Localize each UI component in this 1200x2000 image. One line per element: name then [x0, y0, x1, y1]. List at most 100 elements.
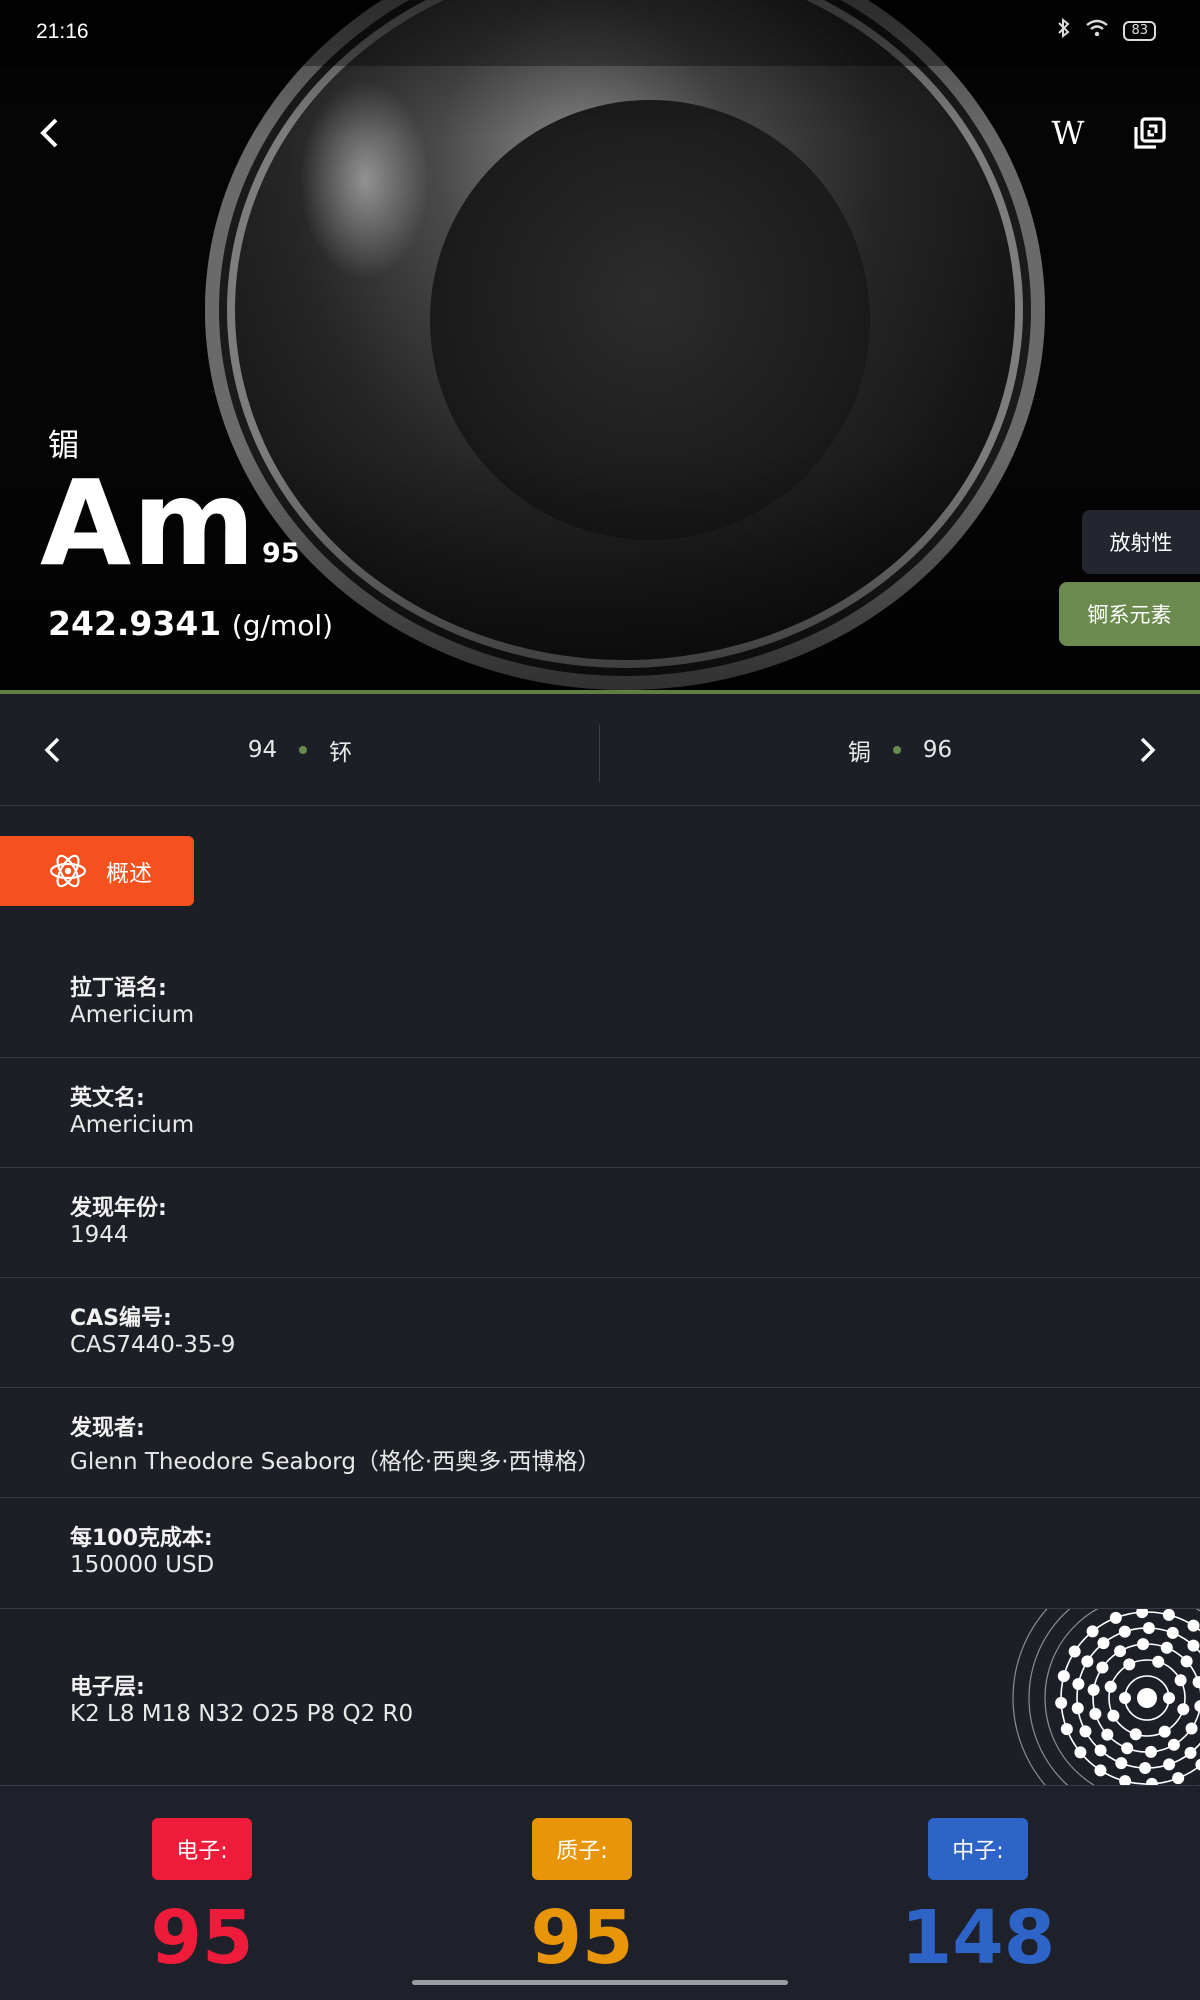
electron-dot — [1163, 1692, 1175, 1704]
electron-count: 电子: 95 — [150, 1818, 254, 1981]
chevron-left-icon — [40, 118, 58, 148]
next-element-name: 锔 — [847, 740, 871, 766]
electron-dot — [1187, 1639, 1200, 1652]
electron-dot — [1185, 1722, 1198, 1735]
electron-dot — [1119, 1692, 1131, 1704]
electron-dot — [1068, 1645, 1081, 1658]
element-hero: 21:16 83 W 镅 Am 95 242.9341 (g/mol) 放射性 … — [0, 0, 1200, 692]
electron-dot — [1104, 1680, 1117, 1693]
shell-value: K2 L8 M18 N32 O25 P8 Q2 R0 — [70, 1701, 414, 1727]
element-atomic-number: 95 — [262, 538, 300, 569]
shell-label: 电子层: — [70, 1675, 145, 1700]
electron-dot — [1060, 1723, 1073, 1736]
electron-dot — [1089, 1707, 1102, 1720]
electron-shells-section: 电子层: K2 L8 M18 N32 O25 P8 Q2 R0 — [0, 1608, 1200, 1786]
info-cas-number: CAS编号: CAS7440-35-9 — [0, 1278, 1200, 1388]
nucleus-dot — [1137, 1688, 1157, 1708]
element-mass-value: 242.9341 — [48, 604, 222, 643]
atom-icon — [49, 854, 87, 888]
electron-dot — [1118, 1625, 1131, 1638]
back-button[interactable] — [26, 110, 72, 156]
info-english-name: 英文名: Americium — [0, 1058, 1200, 1168]
electron-dot — [1129, 1728, 1142, 1741]
electron-dot — [1074, 1746, 1087, 1759]
info-value: Glenn Theodore Seaborg（格伦·西奥多·西博格） — [70, 1449, 601, 1475]
particle-counts: 电子: 95 质子: 95 中子: 148 — [0, 1786, 1200, 2000]
status-icons: 83 — [1057, 17, 1156, 43]
proton-count: 质子: 95 — [531, 1818, 634, 1978]
electron-dot — [1194, 1700, 1200, 1713]
info-label: 每100克成本: — [70, 1526, 213, 1551]
electron-dot — [1162, 1609, 1175, 1621]
tab-overview-label: 概述 — [106, 861, 152, 887]
electron-dot — [1177, 1703, 1190, 1716]
tab-overview[interactable]: 概述 — [0, 836, 194, 906]
electron-dot — [1096, 1661, 1109, 1674]
electron-dot — [1101, 1728, 1114, 1741]
home-indicator[interactable] — [412, 1980, 788, 1985]
prev-element-number: 94 — [247, 737, 278, 763]
copy-button[interactable] — [1126, 108, 1174, 158]
info-label: 拉丁语名: — [70, 976, 167, 1001]
next-element-button[interactable]: 锔 96 — [600, 694, 1200, 806]
electron-dot — [1071, 1702, 1084, 1715]
electron-dot — [1087, 1683, 1100, 1696]
electron-dot — [1139, 1761, 1152, 1774]
neutron-count: 中子: 148 — [901, 1818, 1055, 1978]
series-tag[interactable]: 锕系元素 — [1059, 582, 1200, 646]
wikipedia-button[interactable]: W — [1040, 108, 1096, 158]
electron-dot — [1187, 1619, 1200, 1632]
electron-dot — [1072, 1677, 1085, 1690]
electron-dot — [1136, 1609, 1149, 1619]
element-mass: 242.9341 (g/mol) — [48, 604, 333, 643]
info-cost: 每100克成本: 150000 USD — [0, 1498, 1200, 1608]
prev-element-button[interactable]: 94 钚 — [0, 694, 600, 806]
next-element-number: 96 — [922, 737, 953, 763]
electron-dot — [1057, 1670, 1070, 1683]
prev-element-name: 钚 — [329, 740, 353, 766]
electron-value: 95 — [150, 1895, 254, 1981]
info-label: 发现者: — [70, 1416, 145, 1441]
neutron-value: 148 — [900, 1895, 1056, 1981]
electron-dot — [1184, 1746, 1197, 1759]
electron-dot — [1086, 1625, 1099, 1638]
info-value: Americium — [70, 1112, 195, 1138]
info-value: Americium — [70, 1002, 195, 1028]
proton-badge: 质子: — [532, 1818, 632, 1880]
info-latin-name: 拉丁语名: Americium — [0, 948, 1200, 1058]
element-navigation: 94 钚 锔 96 — [0, 694, 1200, 806]
electron-dot — [1121, 1742, 1134, 1755]
electron-dot — [1172, 1772, 1185, 1785]
electron-dot — [1094, 1744, 1107, 1757]
element-symbol: Am — [40, 454, 257, 592]
bohr-model-icon — [1012, 1609, 1200, 1785]
electron-dot — [1097, 1637, 1110, 1650]
electron-dot — [1158, 1725, 1171, 1738]
electron-dot — [1166, 1626, 1179, 1639]
next-element-arrow[interactable] — [1126, 728, 1170, 772]
electron-dot — [1114, 1645, 1127, 1658]
electron-dot — [1115, 1757, 1128, 1770]
electron-dot — [1167, 1738, 1180, 1751]
info-discovery-year: 发现年份: 1944 — [0, 1168, 1200, 1278]
electron-dot — [1180, 1655, 1193, 1668]
element-mass-unit: (g/mol) — [231, 609, 334, 642]
info-value: 1944 — [70, 1222, 129, 1248]
radioactive-tag[interactable]: 放射性 — [1082, 510, 1200, 574]
electron-dot — [1123, 1658, 1136, 1671]
separator-dot — [299, 746, 308, 754]
battery-icon: 83 — [1123, 20, 1156, 41]
bluetooth-icon — [1057, 17, 1071, 43]
separator-dot — [892, 746, 901, 754]
electron-dot — [1094, 1764, 1107, 1777]
electron-dot — [1142, 1622, 1155, 1635]
neutron-badge: 中子: — [928, 1818, 1028, 1880]
electron-badge: 电子: — [152, 1818, 252, 1880]
electron-dot — [1079, 1725, 1092, 1738]
copy-icon — [1134, 117, 1166, 149]
electron-dot — [1081, 1655, 1094, 1668]
electron-dot — [1160, 1641, 1173, 1654]
electron-dot — [1137, 1638, 1150, 1651]
info-label: 发现年份: — [70, 1196, 167, 1221]
electron-dot — [1145, 1777, 1158, 1785]
